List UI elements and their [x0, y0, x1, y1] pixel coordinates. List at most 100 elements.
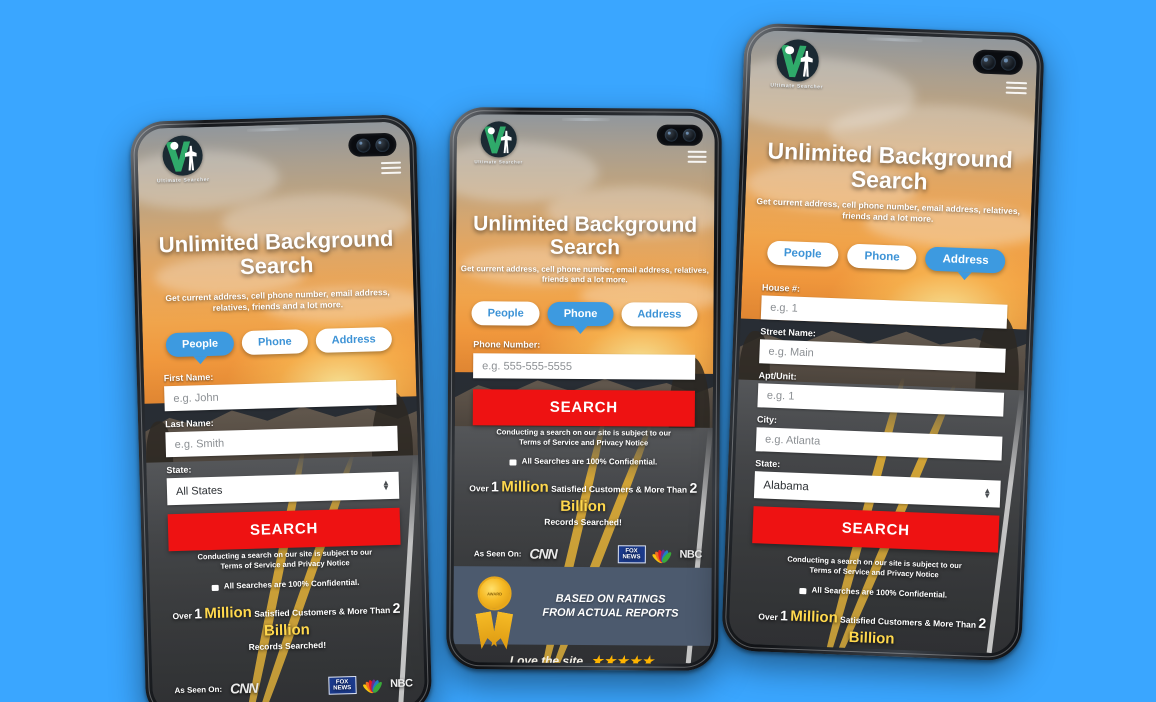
as-seen-on-row: As Seen On: CNN FOX NEWS NBC	[474, 544, 702, 565]
stats-middle: Satisfied Customers & More Than	[839, 614, 977, 630]
award-medal-text: AWARD	[487, 590, 503, 596]
first-name-input[interactable]: e.g. John	[164, 379, 397, 412]
stats-two: 2	[689, 479, 698, 496]
brand-logo[interactable]: Ultimate Searcher	[151, 135, 214, 185]
ribbon-tail-right	[491, 611, 513, 649]
ratings-line-2: FROM ACTUAL REPORTS	[542, 606, 679, 620]
phone-number-input[interactable]: e.g. 555-555-5555	[473, 353, 696, 380]
stats-over: Over	[469, 483, 489, 494]
phone-screen-address: Ultimate Searcher Unlimited Background S…	[728, 29, 1038, 655]
page-title: Unlimited Background Search	[473, 212, 698, 260]
stats-two: 2	[392, 599, 401, 616]
tab-people[interactable]: People	[766, 240, 840, 268]
stats-middle: Satisfied Customers & More Than	[254, 605, 391, 619]
phone-mockup-address: Ultimate Searcher Unlimited Background S…	[721, 22, 1045, 662]
rating-stars: ★★★★★	[591, 653, 655, 664]
search-type-tabs: People Phone Address	[153, 326, 406, 358]
confidential-notice: All Searches are 100% Confidential.	[160, 576, 412, 592]
mockup-stage: Ultimate Searcher Unlimited Background S…	[0, 0, 1156, 702]
nbc-peacock-icon	[650, 546, 673, 565]
logo-text: Ultimate Searcher	[770, 82, 824, 91]
punch-hole-camera	[348, 132, 397, 158]
phone-mockup-people: Ultimate Searcher Unlimited Background S…	[129, 114, 433, 702]
confidential-notice: All Searches are 100% Confidential.	[740, 583, 1006, 602]
state-select-value: All States	[175, 484, 223, 498]
testimonial: Love the site ★★★★★	[453, 652, 711, 664]
page-title: Unlimited Background Search	[158, 225, 394, 280]
fox-news-logo: FOX NEWS	[327, 676, 357, 695]
legal-notice: Conducting a search on our site is subje…	[753, 553, 996, 583]
nbc-logo-text: NBC	[389, 677, 413, 691]
as-seen-on-row: As Seen On: CNN FOX NEWS NBC	[174, 674, 413, 699]
punch-hole-camera	[972, 49, 1024, 76]
ultimate-searcher-logo-icon	[775, 38, 820, 83]
stats-tail: Records Searched!	[544, 516, 622, 527]
stats-line: Over 1 Million Satisfied Customers & Mor…	[158, 599, 415, 654]
phone-search-form: Phone Number: e.g. 555-555-5555 SEARCH	[472, 339, 696, 427]
tab-people[interactable]: People	[471, 301, 540, 326]
tab-address[interactable]: Address	[315, 326, 393, 353]
ratings-text: BASED ON RATINGS FROM ACTUAL REPORTS	[527, 591, 693, 621]
lock-icon	[509, 458, 517, 466]
legal-line-2[interactable]: Terms of Service and Privacy Notice	[475, 437, 693, 449]
logo-text: Ultimate Searcher	[474, 159, 523, 165]
cnn-logo: CNN	[529, 545, 557, 562]
phone-screen-people: Ultimate Searcher Unlimited Background S…	[136, 121, 426, 702]
page-content: Ultimate Searcher Unlimited Background S…	[453, 114, 715, 664]
hamburger-menu-icon[interactable]	[687, 150, 707, 163]
tab-phone[interactable]: Phone	[241, 329, 309, 356]
camera-lens	[1000, 54, 1016, 71]
state-select-value: Alabama	[763, 479, 810, 493]
stats-million: Million	[790, 607, 839, 627]
confidential-notice: All Searches are 100% Confidential.	[462, 456, 704, 467]
camera-lens	[980, 54, 996, 70]
confidential-text: All Searches are 100% Confidential.	[811, 585, 948, 600]
page-subtitle: Get current address, cell phone number, …	[460, 264, 709, 285]
tab-phone[interactable]: Phone	[547, 301, 614, 327]
search-button[interactable]: SEARCH	[167, 507, 401, 552]
tab-address[interactable]: Address	[621, 302, 698, 327]
confidential-text: All Searches are 100% Confidential.	[223, 577, 360, 591]
ratings-panel: AWARD BASED ON RATINGS FROM ACTUAL REPOR…	[453, 566, 712, 646]
tab-people[interactable]: People	[165, 331, 235, 358]
tab-address[interactable]: Address	[925, 246, 1007, 274]
brand-logo[interactable]: Ultimate Searcher	[469, 121, 529, 165]
stats-billion: Billion	[263, 621, 311, 640]
phone-mockup-phone: Ultimate Searcher Unlimited Background S…	[446, 107, 722, 671]
brand-logo[interactable]: Ultimate Searcher	[764, 38, 832, 91]
people-search-form: First Name: e.g. John Last Name: e.g. Sm…	[164, 367, 401, 552]
camera-lens	[682, 128, 696, 142]
lock-icon	[211, 584, 219, 591]
state-select[interactable]: Alabama ▲ ▼	[753, 471, 1001, 508]
logo-dot	[487, 127, 496, 135]
fox-news-logo: FOX NEWS	[617, 545, 646, 564]
page-title: Unlimited Background Search	[767, 137, 1014, 195]
earpiece-speaker	[866, 37, 923, 43]
last-name-input[interactable]: e.g. Smith	[165, 425, 398, 458]
ultimate-searcher-logo-icon	[162, 135, 204, 177]
cnn-logo: CNN	[229, 679, 258, 697]
phone-number-label: Phone Number:	[473, 339, 541, 350]
chevron-updown-icon: ▲ ▼	[983, 486, 992, 500]
camera-lens	[355, 137, 371, 153]
stats-over: Over	[758, 611, 778, 623]
nbc-logo-text: NBC	[679, 548, 702, 561]
search-type-tabs: People Phone Address	[463, 301, 705, 327]
state-select[interactable]: All States ▲ ▼	[166, 471, 400, 506]
stats-one: 1	[491, 478, 499, 495]
search-button[interactable]: SEARCH	[472, 389, 695, 427]
award-ribbon-icon: AWARD	[471, 576, 517, 634]
hamburger-menu-icon[interactable]	[1005, 81, 1028, 95]
logo-text: Ultimate Searcher	[156, 176, 210, 185]
stats-billion: Billion	[560, 497, 607, 515]
hamburger-menu-icon[interactable]	[380, 161, 402, 175]
lock-icon	[799, 587, 807, 594]
page-content: Ultimate Searcher Unlimited Background S…	[728, 30, 1037, 654]
search-button[interactable]: SEARCH	[752, 506, 1000, 553]
tab-phone[interactable]: Phone	[847, 243, 918, 271]
stats-two: 2	[978, 614, 987, 632]
page-subtitle: Get current address, cell phone number, …	[756, 196, 1021, 224]
ultimate-searcher-logo-icon	[480, 121, 517, 158]
logo-dot	[170, 142, 179, 151]
earpiece-speaker	[561, 117, 610, 122]
